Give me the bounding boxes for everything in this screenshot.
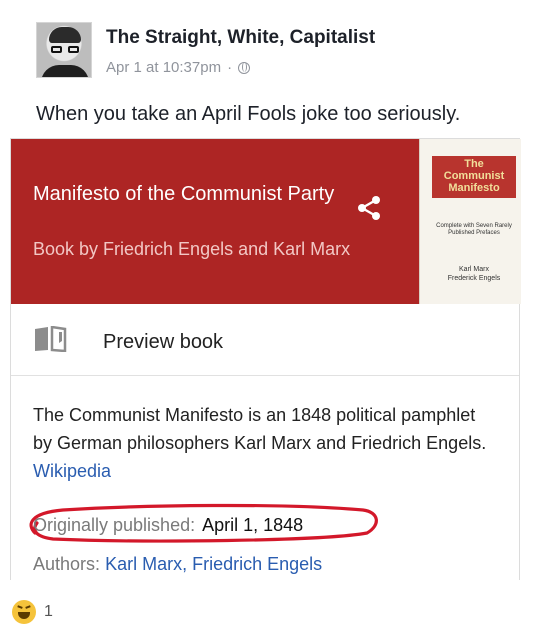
post-text: When you take an April Fools joke too se… — [36, 103, 461, 125]
author-avatar[interactable] — [36, 22, 92, 78]
facebook-post: The Straight, White, Capitalist Apr 1 at… — [0, 0, 540, 635]
book-banner[interactable]: Manifesto of the Communist Party Book by… — [11, 139, 419, 304]
published-label: Originally published: — [33, 515, 196, 535]
authors-links[interactable]: Karl Marx, Friedrich Engels — [105, 554, 322, 574]
globe-icon[interactable] — [238, 61, 251, 74]
book-subtitle: Book by Friedrich Engels and Karl Marx — [33, 239, 351, 259]
preview-book-row[interactable]: Preview book — [11, 304, 519, 376]
book-cover[interactable]: The Communist Manifesto Complete with Se… — [419, 139, 521, 304]
book-knowledge-card[interactable]: Manifesto of the Communist Party Book by… — [10, 138, 521, 580]
reaction-summary[interactable]: 1 — [12, 600, 53, 624]
cover-authors: Karl Marx Frederick Engels — [447, 266, 501, 282]
post-meta: Apr 1 at 10:37pm · — [106, 59, 251, 76]
wikipedia-link[interactable]: Wikipedia — [33, 461, 111, 481]
laughing-emoji-icon — [12, 600, 36, 624]
cover-subtext: Complete with Seven Rarely Published Pre… — [436, 223, 512, 236]
open-book-icon — [35, 326, 67, 352]
authors-row: Authors: Karl Marx, Friedrich Engels — [33, 554, 322, 575]
published-row: Originally published: April 1, 1848 — [33, 515, 303, 536]
authors-label: Authors: — [33, 554, 101, 574]
published-date: April 1, 1848 — [202, 515, 304, 535]
share-icon[interactable] — [355, 194, 383, 222]
author-name[interactable]: The Straight, White, Capitalist — [106, 27, 375, 49]
book-description: The Communist Manifesto is an 1848 polit… — [33, 401, 493, 485]
cover-title: The Communist Manifesto — [432, 156, 516, 198]
book-title[interactable]: Manifesto of the Communist Party — [33, 181, 343, 208]
reaction-count[interactable]: 1 — [44, 603, 53, 621]
description-text: The Communist Manifesto is an 1848 polit… — [33, 405, 487, 453]
preview-book-label[interactable]: Preview book — [103, 331, 223, 354]
meta-separator: · — [227, 59, 233, 76]
post-timestamp[interactable]: Apr 1 at 10:37pm — [106, 59, 221, 76]
